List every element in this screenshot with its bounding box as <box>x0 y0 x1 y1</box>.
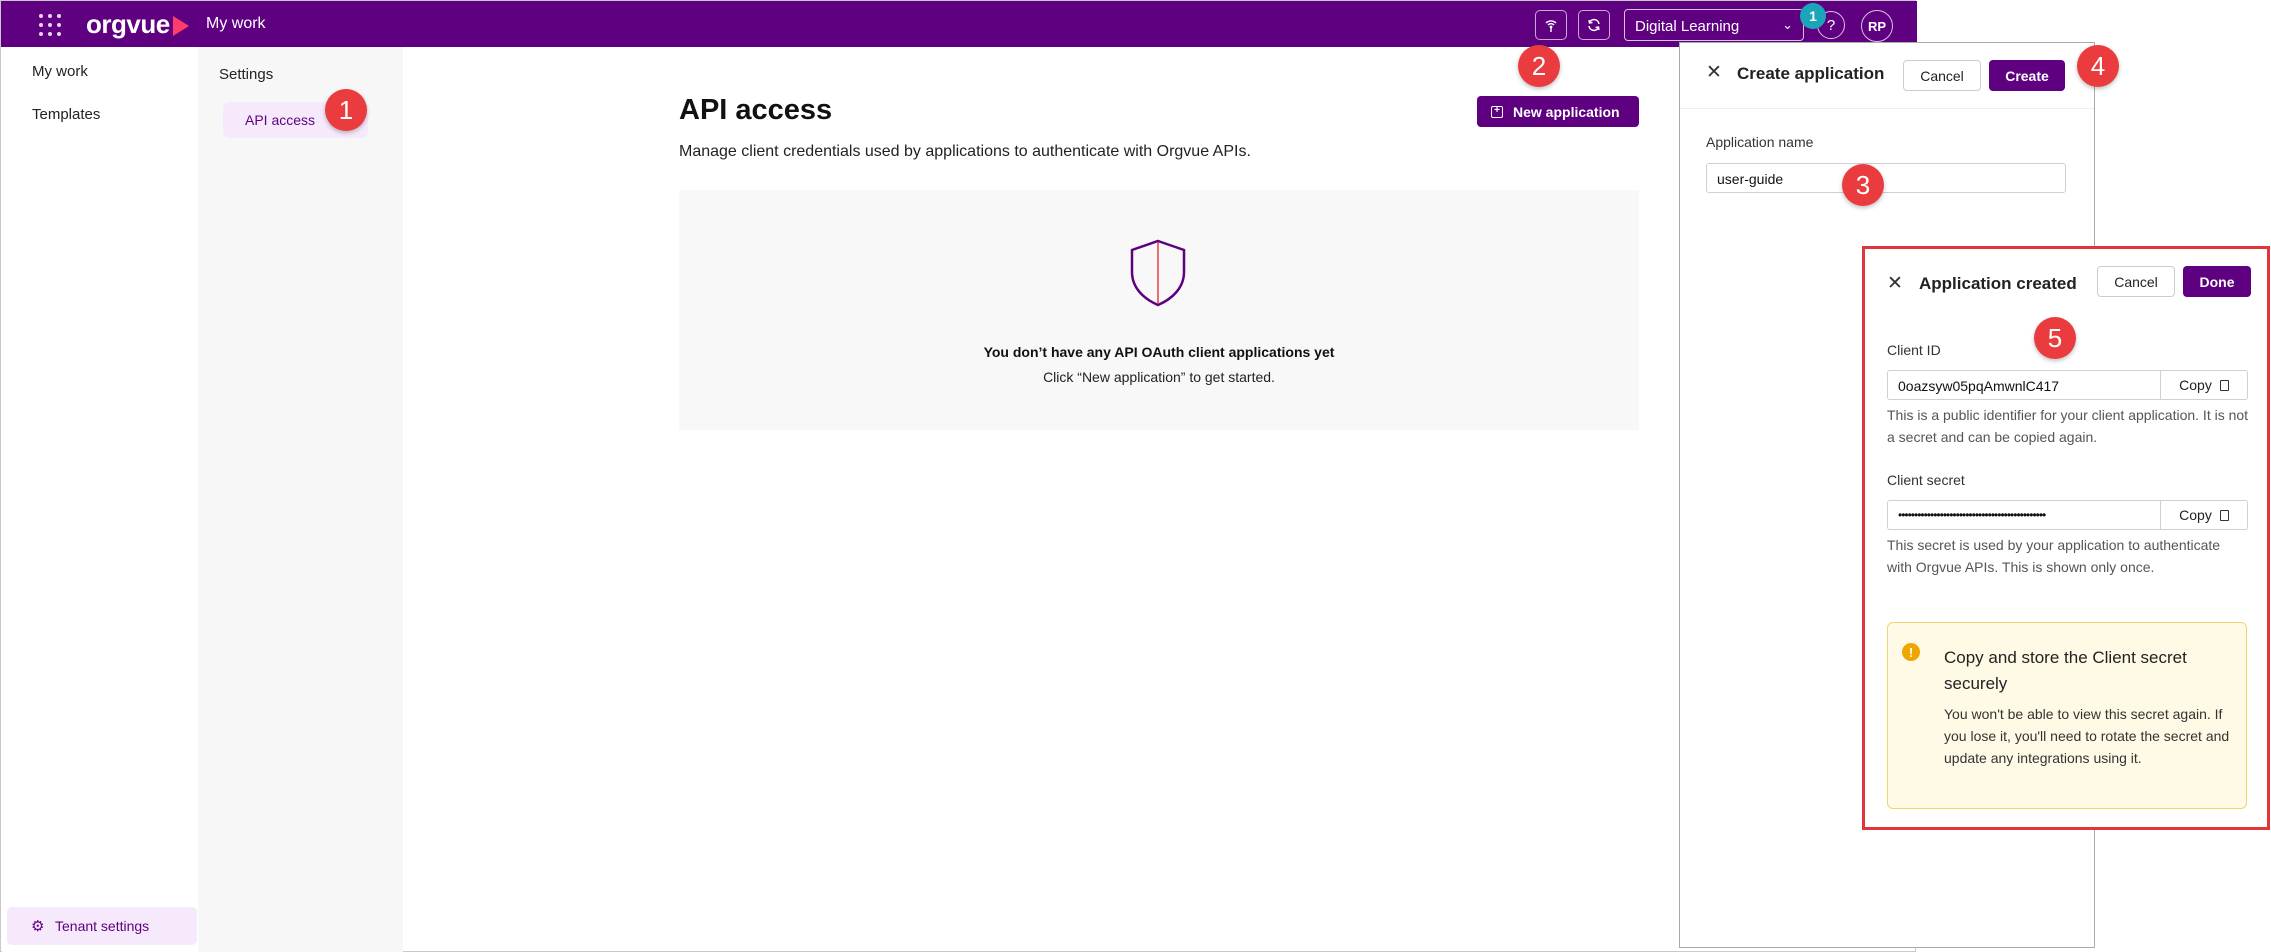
step-marker-3: 3 <box>1842 164 1884 206</box>
warning-text: You won't be able to view this secret ag… <box>1944 706 2230 766</box>
shield-icon <box>1130 239 1186 307</box>
client-id-label: Client ID <box>1887 342 1941 358</box>
top-bar: orgvue My work Digital Learning ⌄ ? 1 RP <box>1 1 1917 47</box>
step-marker-5: 5 <box>2034 317 2076 359</box>
sidebar-item-my-work[interactable]: My work <box>32 63 88 80</box>
tenant-settings-button[interactable]: ⚙ Tenant settings <box>7 907 197 945</box>
copy-client-id-label: Copy <box>2179 377 2212 393</box>
create-panel-cancel-button[interactable]: Cancel <box>1903 60 1981 91</box>
new-application-button[interactable]: + New application <box>1477 96 1639 127</box>
application-name-label: Application name <box>1706 134 1814 150</box>
settings-sidebar: Settings API access <box>198 47 403 952</box>
plus-square-icon: + <box>1491 105 1503 118</box>
client-id-field[interactable]: 0oazsyw05pqAmwnlC417 <box>1887 370 2161 400</box>
sidebar-item-templates[interactable]: Templates <box>32 106 100 123</box>
new-application-label: New application <box>1513 103 1620 120</box>
settings-sidebar-title: Settings <box>219 66 274 83</box>
client-id-help: This is a public identifier for your cli… <box>1887 407 2249 445</box>
empty-state: You don’t have any API OAuth client appl… <box>679 190 1639 430</box>
step-marker-1: 1 <box>325 89 367 131</box>
application-name-input[interactable]: user-guide <box>1706 163 2066 193</box>
logo-mark-icon <box>172 16 189 36</box>
done-button[interactable]: Done <box>2183 266 2251 297</box>
apps-grid-icon[interactable] <box>39 14 61 36</box>
created-panel-cancel-button[interactable]: Cancel <box>2097 266 2175 297</box>
tenant-select[interactable]: Digital Learning ⌄ <box>1624 9 1804 41</box>
create-panel-header: ✕ Create application Cancel Create <box>1680 43 2094 109</box>
step-marker-4: 4 <box>2077 45 2119 87</box>
refresh-button[interactable] <box>1578 10 1610 40</box>
tenant-select-value: Digital Learning <box>1635 18 1740 35</box>
secret-warning: ! Copy and store the Client secret secur… <box>1887 622 2247 809</box>
app-title[interactable]: My work <box>206 15 266 33</box>
client-secret-help: This secret is used by your application … <box>1887 537 2221 575</box>
step-marker-2: 2 <box>1518 45 1560 87</box>
chevron-down-icon: ⌄ <box>1782 17 1793 32</box>
copy-client-id-button[interactable]: Copy <box>2160 370 2248 400</box>
warning-title: Copy and store the Client secret securel… <box>1944 648 2187 693</box>
close-icon[interactable]: ✕ <box>1887 272 1903 295</box>
copy-icon <box>2219 379 2229 391</box>
client-secret-field[interactable]: ••••••••••••••••••••••••••••••••••••••••… <box>1887 500 2161 530</box>
signal-button[interactable] <box>1535 10 1567 40</box>
empty-state-hint: Click “New application” to get started. <box>1043 369 1275 385</box>
page-title: API access <box>679 94 833 126</box>
created-panel-title: Application created <box>1919 274 2077 293</box>
warning-icon: ! <box>1902 643 1920 661</box>
notification-badge[interactable]: 1 <box>1800 3 1826 29</box>
copy-client-secret-button[interactable]: Copy <box>2160 500 2248 530</box>
user-avatar[interactable]: RP <box>1861 10 1893 42</box>
create-button[interactable]: Create <box>1989 60 2065 91</box>
refresh-icon <box>1588 18 1600 32</box>
empty-state-title: You don’t have any API OAuth client appl… <box>983 344 1335 360</box>
gear-icon: ⚙ <box>31 918 45 935</box>
client-secret-label: Client secret <box>1887 472 1965 488</box>
copy-icon <box>2219 509 2229 521</box>
close-icon[interactable]: ✕ <box>1706 61 1722 84</box>
copy-client-secret-label: Copy <box>2179 507 2212 523</box>
primary-sidebar: My work Templates <box>2 47 198 952</box>
orgvue-logo[interactable]: orgvue <box>86 9 189 40</box>
create-panel-title: Create application <box>1737 64 1885 83</box>
app-window: orgvue My work Digital Learning ⌄ ? 1 RP… <box>0 0 1917 952</box>
tenant-settings-label: Tenant settings <box>55 918 150 934</box>
logo-text: orgvue <box>86 9 170 39</box>
signal-icon <box>1545 20 1557 32</box>
page-description: Manage client credentials used by applic… <box>679 143 1251 160</box>
